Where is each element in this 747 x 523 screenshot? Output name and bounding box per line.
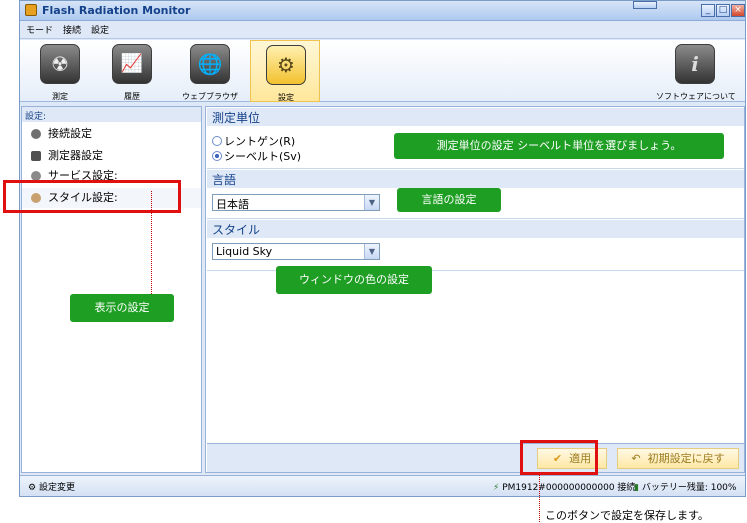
minimize-button[interactable]: _ [701,4,715,17]
maximize-button[interactable]: □ [716,4,730,17]
radio-sievert-indicator [212,151,222,161]
status-connection: ⚡ PM1912#000000000000 接続 [493,483,636,493]
app-window: Flash Radiation Monitor _ □ × モード 接続 設定 … [19,0,746,497]
status-battery: ▮ バッテリー残量: 100% [634,483,737,493]
callout-language: 言語の設定 [397,188,501,212]
sidebar-item-device[interactable]: 測定器設定 [22,146,201,166]
unit-section-header: 測定単位 [207,108,744,126]
pointer-line-display [151,191,152,294]
title-bar: Flash Radiation Monitor _ □ × [20,1,745,21]
radio-roentgen[interactable]: レントゲン(R) [212,133,295,149]
chevron-down-icon[interactable]: ▼ [364,195,379,210]
language-select[interactable]: 日本語 ▼ [212,194,380,211]
battery-icon: ▮ [634,483,639,493]
callout-unit: 測定単位の設定 シーベルト単位を選びましょう。 [394,133,724,159]
pointer-line-save [539,475,540,522]
highlight-apply-button [520,440,598,475]
close-button[interactable]: × [731,4,745,17]
tool-web-browser[interactable]: 🌐 ウェブブラウザ [182,40,238,102]
settings-sidebar: 設定: 接続設定 測定器設定 サービス設定: スタイル設定: [21,106,202,473]
history-chart-icon: 📈 [112,44,152,84]
menu-mode[interactable]: モード [26,23,53,36]
style-select[interactable]: Liquid Sky ▼ [212,243,380,260]
sidebar-header: 設定: [22,107,201,122]
status-bar: ⚙ 設定変更 ⚡ PM1912#000000000000 接続 ▮ バッテリー残… [20,475,745,496]
tool-measure[interactable]: ☢ 測定 [32,40,88,102]
window-menu-icon[interactable] [633,1,657,9]
menu-settings[interactable]: 設定 [91,23,109,36]
gear-icon: ⚙ [266,45,306,85]
settings-status-icon: ⚙ [28,483,37,493]
callout-style: ウィンドウの色の設定 [276,266,432,294]
status-settings-changed: ⚙ 設定変更 [28,483,75,493]
callout-display: 表示の設定 [70,294,174,322]
radio-roentgen-indicator [212,136,222,146]
callout-save: このボタンで設定を保存します。 [545,509,709,522]
radio-sievert[interactable]: シーベルト(Sv) [212,148,301,164]
tool-history[interactable]: 📈 履歴 [104,40,160,102]
button-area: ✔ 適用 ↶ 初期設定に戻す [207,443,744,472]
chevron-down-icon[interactable]: ▼ [364,244,379,259]
toolbar: ☢ 測定 📈 履歴 🌐 ウェブブラウザ ⚙ 設定 i ソフトウェアについて [20,40,745,102]
app-icon [25,4,37,16]
style-section-header: スタイル [207,220,744,238]
sidebar-item-connection[interactable]: 接続設定 [22,124,201,144]
language-section-header: 言語 [207,170,744,188]
connection-status-icon: ⚡ [493,483,500,493]
device-icon [31,151,41,161]
connection-icon [31,129,41,139]
info-icon: i [675,44,715,84]
menu-bar: モード 接続 設定 [20,21,745,39]
highlight-style-settings [3,180,181,213]
tool-about[interactable]: i ソフトウェアについて [656,40,736,102]
radiation-icon: ☢ [40,44,80,84]
undo-icon: ↶ [631,452,641,465]
menu-connection[interactable]: 接続 [63,23,81,36]
window-title: Flash Radiation Monitor [42,4,191,17]
tool-settings[interactable]: ⚙ 設定 [250,40,320,102]
globe-icon: 🌐 [190,44,230,84]
reset-defaults-button[interactable]: ↶ 初期設定に戻す [617,448,739,469]
